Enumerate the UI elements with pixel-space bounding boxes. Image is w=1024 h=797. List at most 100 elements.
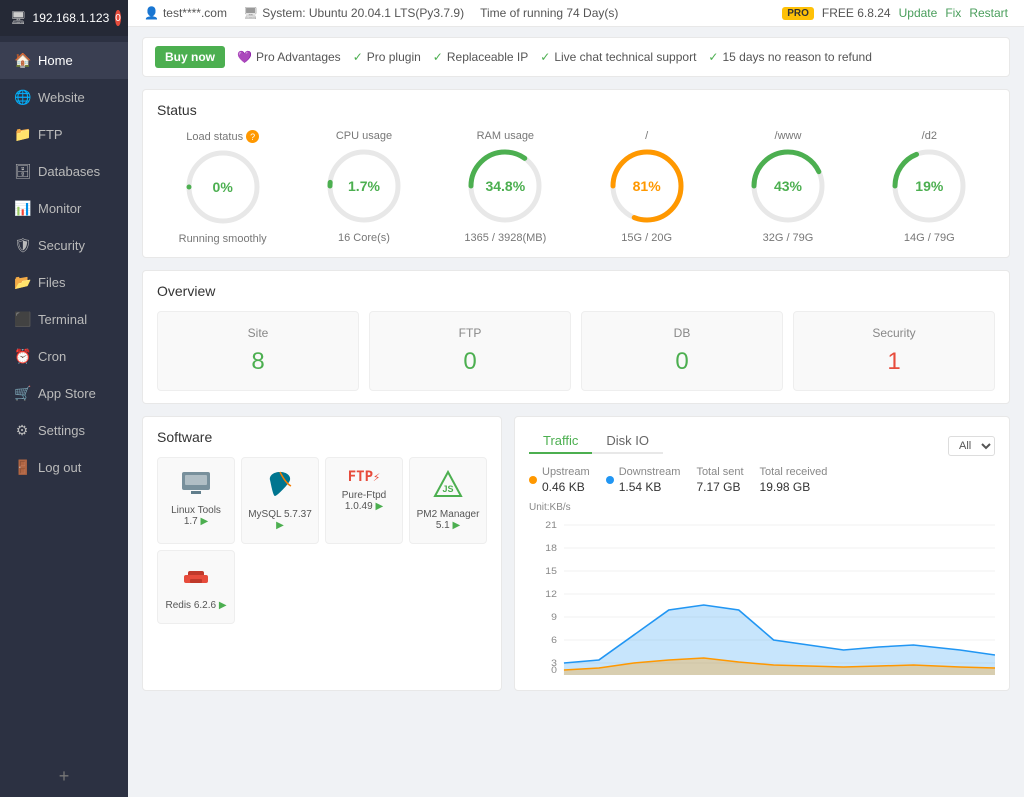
overview-label-0: Site	[172, 326, 344, 340]
sidebar-item-home[interactable]: 🏠 Home	[0, 42, 128, 79]
software-icon-1	[265, 470, 295, 503]
tab-traffic[interactable]: Traffic	[529, 429, 592, 454]
buy-now-button[interactable]: Buy now	[155, 46, 225, 68]
upstream-value: 0.46 KB	[542, 480, 590, 494]
notification-badge: 0	[115, 10, 121, 26]
svg-text:18: 18	[545, 544, 557, 554]
chart-unit-label: Unit:KB/s	[529, 502, 995, 513]
sidebar-label-security: Security	[38, 238, 85, 253]
sidebar-item-security[interactable]: 🛡 Security	[0, 227, 128, 264]
sidebar-item-ftp[interactable]: 📁 FTP	[0, 116, 128, 153]
main-content: 👤 test****.com 🖥 System: Ubuntu 20.04.1 …	[128, 0, 1024, 797]
arrow-icon-0: ▶	[198, 516, 208, 527]
software-item-2[interactable]: FTP⚡ Pure-Ftpd 1.0.49 ▶	[325, 457, 403, 544]
status-section: Status Load status? 0% Running smoothlyC…	[142, 89, 1010, 258]
total-sent-value: 7.17 GB	[696, 480, 743, 494]
sidebar-label-ftp: FTP	[38, 127, 63, 142]
overview-row: Site 8 FTP 0 DB 0 Security 1	[157, 311, 995, 391]
sidebar-label-website: Website	[38, 90, 85, 105]
arrow-icon-1: ▶	[276, 520, 284, 531]
gauge-label-3: /	[645, 130, 648, 142]
gauge-value-0: 0%	[213, 179, 233, 195]
chart-container: Unit:KB/s 21 18 15 12	[529, 502, 995, 678]
gauge-circle-3: 81%	[607, 146, 687, 226]
total-received-label: Total received	[760, 466, 828, 478]
downstream-value: 1.54 KB	[619, 480, 681, 494]
software-item-0[interactable]: Linux Tools 1.7 ▶	[157, 457, 235, 544]
software-name-4: Redis 6.2.6 ▶	[165, 600, 226, 611]
svg-text:12: 12	[545, 590, 557, 600]
sidebar-item-appstore[interactable]: 🛒 App Store	[0, 375, 128, 412]
sidebar-item-logout[interactable]: 🚪 Log out	[0, 449, 128, 486]
gauge-value-5: 19%	[915, 178, 943, 194]
gauge-3: / 81% 15G / 20G	[581, 130, 712, 245]
sidebar-label-settings: Settings	[38, 423, 85, 438]
software-section: Software Linux Tools 1.7 ▶ MySQL 5.7.37 …	[142, 416, 502, 691]
upstream-stat: Upstream 0.46 KB	[529, 466, 590, 494]
sidebar-item-cron[interactable]: ⏰ Cron	[0, 338, 128, 375]
overview-card-security[interactable]: Security 1	[793, 311, 995, 391]
terminal-icon: ⬛	[14, 311, 30, 328]
topbar: 👤 test****.com 🖥 System: Ubuntu 20.04.1 …	[128, 0, 1024, 27]
appstore-icon: 🛒	[14, 385, 30, 402]
software-item-4[interactable]: Redis 6.2.6 ▶	[157, 550, 235, 624]
ftp-icon: 📁	[14, 126, 30, 143]
sidebar-label-home: Home	[38, 53, 73, 68]
topbar-user: 👤 test****.com	[144, 6, 227, 20]
add-button[interactable]: +	[0, 756, 128, 797]
fix-link[interactable]: Fix	[945, 6, 961, 20]
website-icon: 🌐	[14, 89, 30, 106]
software-item-3[interactable]: JS PM2 Manager 5.1 ▶	[409, 457, 487, 544]
gauge-5: /d2 19% 14G / 79G	[864, 130, 995, 245]
home-icon: 🏠	[14, 52, 30, 69]
pro-badge: PRO	[782, 7, 814, 20]
software-item-1[interactable]: MySQL 5.7.37 ▶	[241, 457, 319, 544]
info-icon[interactable]: ?	[246, 130, 259, 143]
overview-value-1: 0	[384, 348, 556, 376]
status-title: Status	[157, 102, 995, 118]
update-link[interactable]: Update	[899, 6, 938, 20]
svg-text:JS: JS	[442, 484, 453, 494]
overview-card-site[interactable]: Site 8	[157, 311, 359, 391]
traffic-section: Traffic Disk IO All Upstream 0.46 KB	[514, 416, 1010, 691]
sidebar-item-monitor[interactable]: 📊 Monitor	[0, 190, 128, 227]
gauge-value-4: 43%	[774, 178, 802, 194]
monitor-icon: 📊	[14, 200, 30, 217]
sidebar-label-monitor: Monitor	[38, 201, 81, 216]
restart-link[interactable]: Restart	[969, 6, 1008, 20]
sidebar-label-terminal: Terminal	[38, 312, 87, 327]
overview-label-1: FTP	[384, 326, 556, 340]
overview-card-ftp[interactable]: FTP 0	[369, 311, 571, 391]
cron-icon: ⏰	[14, 348, 30, 365]
check-icon-refund: ✓	[708, 50, 718, 64]
tab-diskio[interactable]: Disk IO	[592, 429, 663, 454]
overview-card-db[interactable]: DB 0	[581, 311, 783, 391]
overview-value-3: 1	[808, 348, 980, 376]
sidebar-item-settings[interactable]: ⚙ Settings	[0, 412, 128, 449]
sidebar-item-databases[interactable]: 🗄 Databases	[0, 153, 128, 190]
total-sent-stat: Total sent 7.17 GB	[696, 466, 743, 494]
software-icon-3: JS	[433, 470, 463, 503]
gauge-value-1: 1.7%	[348, 178, 380, 194]
pro-feature-ip: ✓ Replaceable IP	[433, 50, 528, 64]
traffic-filter-select[interactable]: All	[948, 436, 995, 456]
pro-feature-chat: ✓ Live chat technical support	[540, 50, 696, 64]
topbar-system: 🖥 System: Ubuntu 20.04.1 LTS(Py3.7.9)	[243, 6, 464, 20]
software-name-0: Linux Tools 1.7 ▶	[164, 505, 228, 527]
gauge-label-2: RAM usage	[477, 130, 534, 142]
arrow-icon-2: ▶	[373, 501, 383, 512]
gauge-circle-5: 19%	[889, 146, 969, 226]
overview-title: Overview	[157, 283, 995, 299]
pro-banner: Buy now 💜 Pro Advantages ✓ Pro plugin ✓ …	[142, 37, 1010, 77]
gauge-label-0: Load status?	[186, 130, 259, 143]
sidebar-item-website[interactable]: 🌐 Website	[0, 79, 128, 116]
software-name-2: Pure-Ftpd 1.0.49 ▶	[332, 490, 396, 512]
software-grid: Linux Tools 1.7 ▶ MySQL 5.7.37 ▶ FTP⚡ Pu…	[157, 457, 487, 624]
gauge-sub-5: 14G / 79G	[904, 232, 955, 244]
sidebar-item-terminal[interactable]: ⬛ Terminal	[0, 301, 128, 338]
overview-label-3: Security	[808, 326, 980, 340]
sidebar-item-files[interactable]: 📂 Files	[0, 264, 128, 301]
svg-text:15: 15	[545, 567, 557, 577]
pro-feature-advantages: 💜 Pro Advantages	[237, 50, 341, 64]
topbar-runtime-text: Time of running 74 Day(s)	[480, 6, 618, 20]
